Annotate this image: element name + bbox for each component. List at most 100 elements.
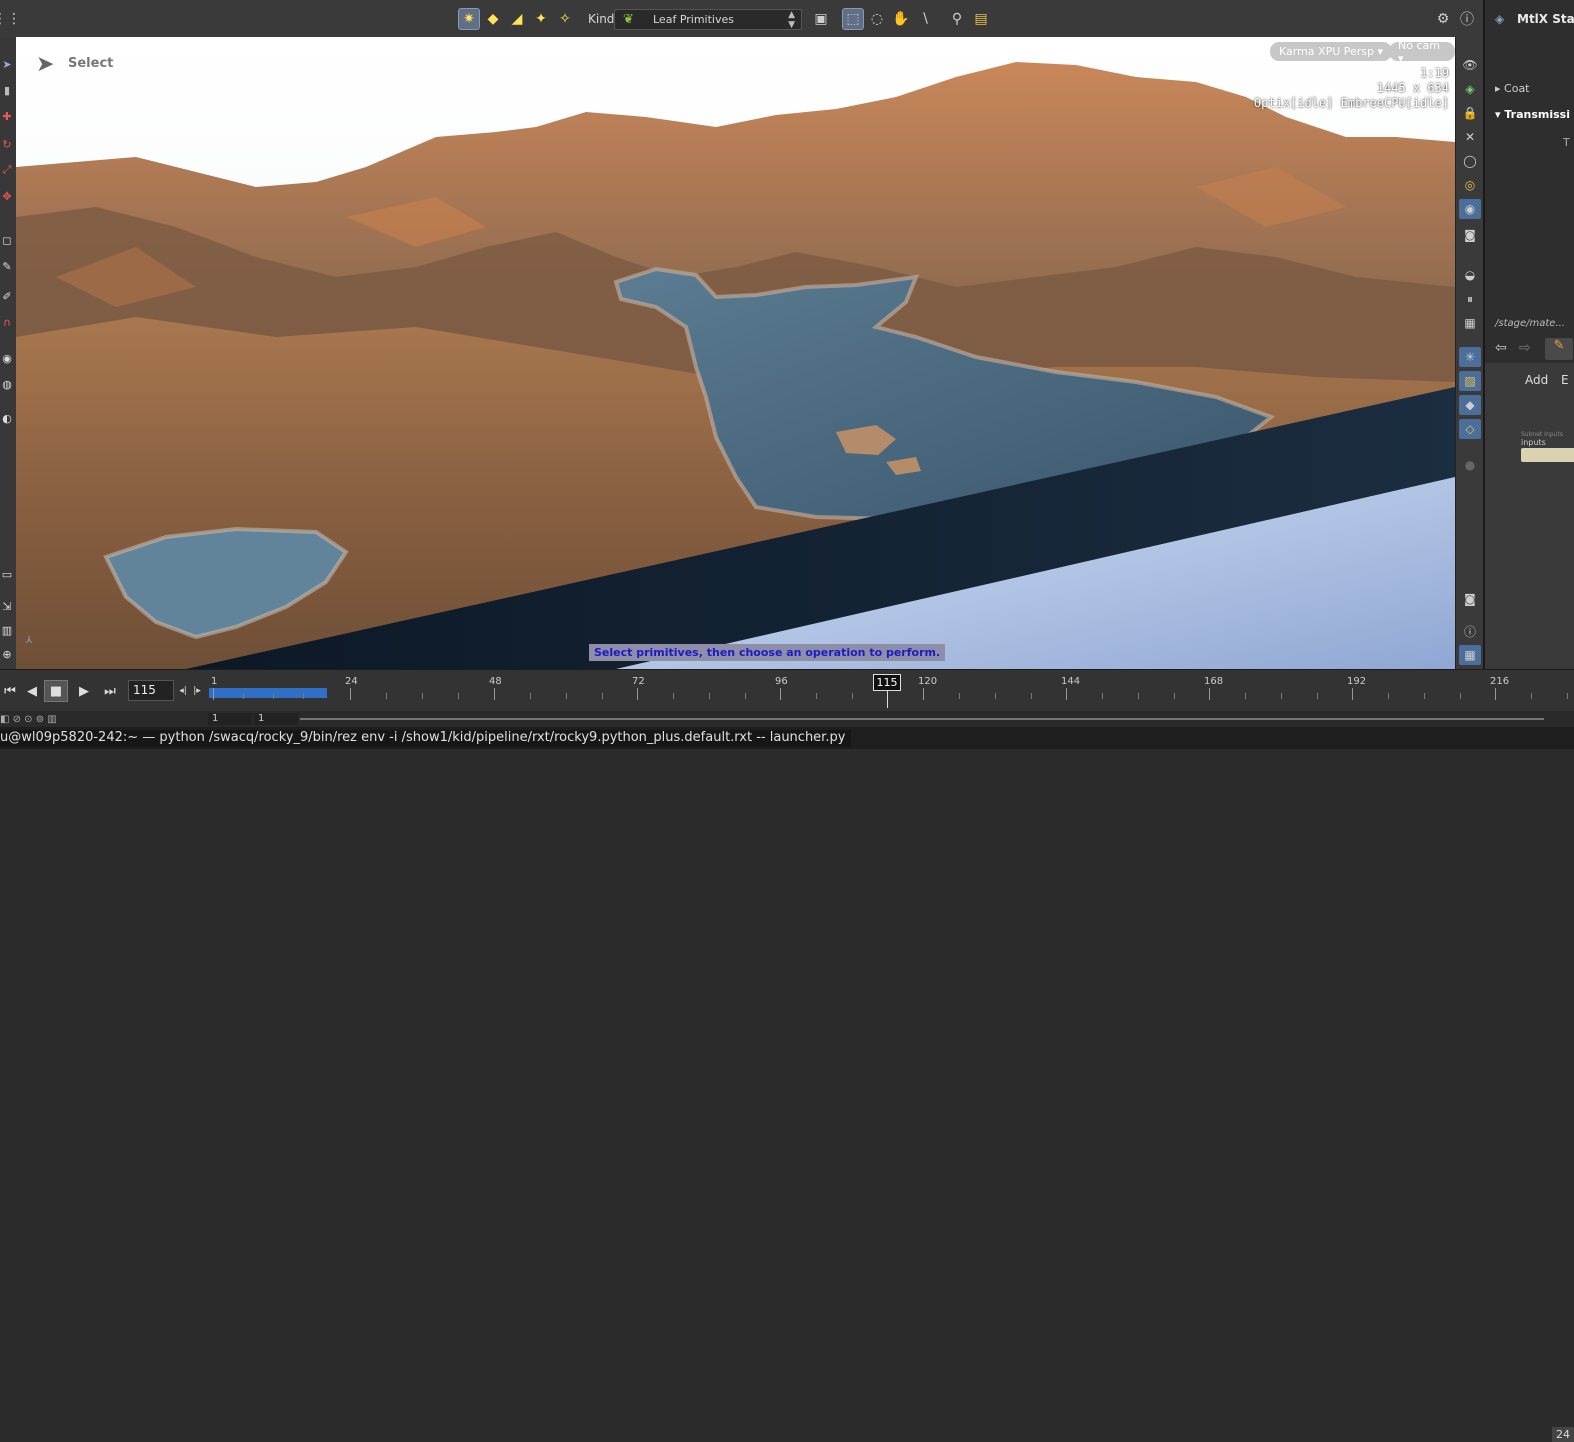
edit-menu[interactable]: E	[1561, 373, 1569, 387]
camera-menu-button[interactable]: No cam ▾	[1389, 39, 1455, 65]
rotate-tool-icon[interactable]: ↻	[0, 135, 14, 153]
paint-tool-icon[interactable]: ✐	[0, 287, 14, 305]
eye-icon[interactable]: 👁	[1459, 55, 1481, 75]
layers-icon[interactable]: ▦	[1459, 313, 1481, 333]
tick-label: 96	[775, 676, 788, 687]
tick	[1031, 693, 1032, 699]
edit-tool-icon[interactable]: ✎	[0, 257, 14, 275]
snap-point-icon[interactable]: ▨	[1459, 371, 1481, 391]
lock-icon[interactable]: ▮	[0, 81, 14, 99]
render-region-icon[interactable]: ◍	[0, 375, 14, 393]
step-back-icon[interactable]: ◂|	[176, 680, 190, 702]
gear-icon[interactable]: ⚙	[1432, 8, 1454, 30]
renderer-menu-button[interactable]: Karma XPU Persp ▾	[1270, 42, 1393, 61]
kind-dropdown[interactable]: ❦ Leaf Primitives ▲ ▼	[614, 9, 802, 30]
snap-tool-icon[interactable]: ⇲	[0, 597, 14, 615]
network-type-icon[interactable]: ✎	[1545, 338, 1573, 360]
laser-select-button[interactable]: ∖	[914, 8, 936, 30]
jump-end-icon[interactable]: ⏭	[98, 680, 122, 702]
tick	[1138, 693, 1139, 699]
global-range-slider[interactable]	[300, 718, 1544, 720]
visibility-icon[interactable]: ◒	[1459, 265, 1481, 285]
tick	[673, 693, 674, 699]
move-tool-icon[interactable]: ✚	[0, 107, 14, 125]
pin-icon[interactable]: ✕	[1459, 127, 1481, 147]
select-primitives-button[interactable]: ✧	[554, 8, 576, 30]
preview-icon[interactable]: ◙	[1459, 589, 1481, 609]
play-reverse-icon[interactable]: ◀	[20, 680, 44, 702]
shading-icon[interactable]: ◯	[1459, 151, 1481, 171]
tick	[350, 688, 351, 700]
back-arrow-icon[interactable]: ⇦	[1495, 340, 1507, 356]
scale-tool-icon[interactable]: ⤢	[0, 161, 14, 179]
select-edges-button[interactable]: ◢	[506, 8, 528, 30]
select-hidden-icon[interactable]: ▤	[970, 8, 992, 30]
kind-label: Kind	[588, 12, 615, 26]
tick	[213, 688, 214, 700]
tick	[745, 693, 746, 699]
brush-select-button[interactable]: ✋	[890, 8, 912, 30]
range-end-input[interactable]: 1	[254, 713, 298, 725]
snap-prim-icon[interactable]: ◆	[1459, 395, 1481, 415]
range-start-input[interactable]: 1	[208, 713, 252, 725]
global-end-frame[interactable]: 24	[1552, 1427, 1574, 1442]
view-tool-icon[interactable]: ◉	[0, 349, 14, 367]
timeline-ruler[interactable]: 1 24 48 72 96 120 144 168 192 216 115	[207, 674, 1574, 708]
headlight-icon[interactable]: ◉	[1459, 199, 1481, 219]
inputs-node[interactable]	[1521, 448, 1574, 462]
scene-viewport[interactable]: ➤ Select Karma XPU Persp ▾ No cam ▾ 1:19…	[16, 37, 1455, 669]
axis-gizmo-icon: ⅄	[26, 635, 33, 646]
select-tool-button[interactable]: ✷	[458, 8, 480, 30]
lasso-select-button[interactable]: ◌	[866, 8, 888, 30]
info-icon[interactable]: ⓘ	[1459, 621, 1481, 641]
tick-label: 192	[1347, 676, 1367, 687]
tick	[1209, 688, 1210, 700]
network-path[interactable]: /stage/mate...	[1495, 318, 1565, 329]
select-arrow-icon[interactable]: ➤	[0, 55, 14, 73]
jump-start-icon[interactable]: ⏮	[0, 680, 22, 702]
arrow-cursor-icon: ➤	[36, 52, 55, 77]
tick	[1567, 693, 1568, 699]
light-tool-icon[interactable]: ▭	[0, 565, 14, 583]
transmission-param-label: T	[1563, 136, 1570, 149]
camera-icon[interactable]: ◙	[1459, 225, 1481, 245]
camera-tool-icon[interactable]: ◐	[0, 409, 14, 427]
help-icon[interactable]: ⓘ	[1456, 8, 1478, 30]
lock-camera-icon[interactable]: 🔒	[1459, 103, 1481, 123]
network-editor[interactable]: Add E Subnet Inputs inputs	[1485, 363, 1574, 669]
tick	[1245, 693, 1246, 699]
secure-selection-icon[interactable]: ⚲	[946, 8, 968, 30]
pose-tool-icon[interactable]: ✥	[0, 187, 14, 205]
drag-handle-icon[interactable]: ⋮⋮	[0, 8, 21, 30]
layout-grid-icon[interactable]: ▦	[1459, 645, 1481, 665]
forward-arrow-icon[interactable]: ⇨	[1519, 340, 1531, 356]
measure-tool-icon[interactable]: ▥	[0, 621, 14, 639]
tick	[458, 693, 459, 699]
current-frame-input[interactable]: 115	[128, 680, 174, 701]
handle-tool-icon[interactable]: ◻	[0, 231, 14, 249]
light-icon[interactable]: ◎	[1459, 175, 1481, 195]
tick-label: 120	[918, 676, 938, 687]
snap-multi-icon[interactable]: ◇	[1459, 419, 1481, 439]
stop-icon[interactable]: ■	[44, 680, 68, 702]
select-faces-button[interactable]: ✦	[530, 8, 552, 30]
coat-section[interactable]: ▸ Coat	[1495, 82, 1530, 95]
select-points-button[interactable]: ◆	[482, 8, 504, 30]
magnet-tool-icon[interactable]: ∩	[0, 313, 14, 331]
realtime-toggle-icon[interactable]: ◧ ⊘ ⊙ ⊚ ▥	[0, 714, 57, 725]
pause-icon[interactable]: ⏸	[1459, 289, 1481, 309]
playbar: ⏮ ◀ ■ ▶ ⏭ 115 ◂| |▸ 1 24 48 72 96 120 14…	[0, 669, 1574, 712]
tick	[709, 693, 710, 699]
add-menu[interactable]: Add	[1525, 373, 1548, 387]
playhead-marker[interactable]: 115	[873, 674, 901, 691]
display-options-icon[interactable]: ◈	[1459, 79, 1481, 99]
play-forward-icon[interactable]: ▶	[72, 680, 96, 702]
snap-grid-icon[interactable]: ✳	[1459, 347, 1481, 367]
selection-mode-icon[interactable]: ▣	[810, 8, 832, 30]
box-select-button[interactable]: ⬚	[842, 8, 864, 30]
transmission-section[interactable]: ▾ Transmissi	[1495, 108, 1570, 121]
record-icon[interactable]: ●	[1459, 455, 1481, 475]
pin-tool-icon[interactable]: ⊕	[0, 645, 14, 663]
tick	[1102, 693, 1103, 699]
step-forward-icon[interactable]: |▸	[190, 680, 204, 702]
